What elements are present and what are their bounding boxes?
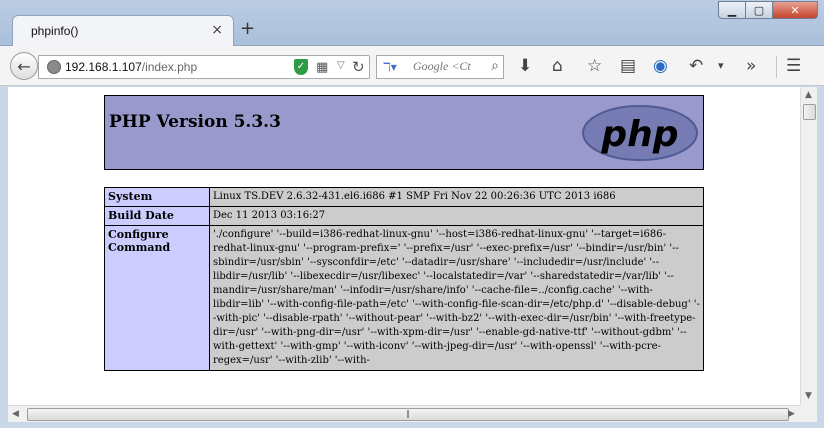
reading-list-icon[interactable]: ▤	[620, 56, 636, 76]
page-title: PHP Version 5.3.3	[109, 112, 281, 132]
url-bar[interactable]: 192.168.1.107/index.php ✓ ▦ ▽ ↻	[38, 55, 370, 79]
new-tab-button[interactable]: +	[240, 20, 255, 38]
home-icon[interactable]: ⌂	[552, 56, 563, 76]
info-table: System Linux TS.DEV 2.6.32-431.el6.i686 …	[104, 187, 704, 371]
scroll-down-icon[interactable]: ▼	[805, 391, 812, 401]
scroll-up-icon[interactable]: ▲	[805, 90, 812, 100]
qr-code-icon[interactable]: ▦	[316, 60, 328, 75]
maximize-button[interactable]: ▢	[745, 1, 773, 19]
table-row: Build Date Dec 11 2013 03:16:27	[104, 206, 704, 226]
window-frame-right	[817, 87, 824, 422]
search-icon[interactable]: ⌕	[491, 58, 499, 74]
media-play-icon[interactable]: ◉	[653, 56, 668, 76]
minimize-button[interactable]: ▁	[718, 1, 746, 19]
horizontal-scroll-thumb[interactable]: ‖	[27, 408, 789, 421]
download-icon[interactable]: ⬇	[518, 56, 532, 76]
tab-title: phpinfo()	[31, 24, 79, 38]
php-logo-text: php	[600, 114, 678, 155]
undo-icon[interactable]: ↶	[689, 56, 703, 76]
url-dropdown-icon[interactable]: ▽	[337, 60, 345, 71]
toolbar-separator	[776, 56, 777, 78]
window-frame-bottom	[0, 422, 824, 428]
title-bar: phpinfo() × + ▁ ▢ ✕	[0, 0, 824, 47]
navigation-toolbar: ← 192.168.1.107/index.php ✓ ▦ ▽ ↻ ℸ▾ ⌕ ⬇…	[0, 46, 824, 86]
horizontal-scrollbar[interactable]: ◀ ‖ ▶	[8, 405, 800, 422]
shield-check-icon[interactable]: ✓	[294, 59, 308, 75]
reload-icon[interactable]: ↻	[352, 58, 365, 76]
vertical-scrollbar[interactable]: ▲ ▼	[800, 87, 817, 405]
overflow-chevron-icon[interactable]: »	[746, 56, 756, 76]
scroll-right-icon[interactable]: ▶	[788, 409, 795, 419]
php-header: PHP Version 5.3.3 php	[104, 95, 704, 170]
row-value: Linux TS.DEV 2.6.32-431.el6.i686 #1 SMP …	[209, 187, 704, 207]
back-arrow-icon: ←	[17, 56, 31, 76]
globe-icon	[47, 60, 61, 74]
vertical-scroll-thumb[interactable]	[803, 104, 816, 120]
tab-phpinfo[interactable]: phpinfo() ×	[12, 15, 234, 47]
row-key: Configure Command	[104, 225, 210, 371]
window-controls: ▁ ▢ ✕	[718, 1, 818, 19]
menu-hamburger-icon[interactable]: ☰	[786, 56, 801, 76]
tab-close-icon[interactable]: ×	[211, 22, 223, 38]
url-text[interactable]: 192.168.1.107/index.php	[65, 60, 197, 74]
back-button[interactable]: ←	[10, 52, 38, 80]
scroll-corner	[800, 405, 817, 422]
undo-dropdown-icon[interactable]: ▾	[718, 56, 724, 76]
row-value: Dec 11 2013 03:16:27	[209, 206, 704, 226]
bookmark-star-icon[interactable]: ☆	[587, 56, 602, 76]
row-key: Build Date	[104, 206, 210, 226]
page-viewport: PHP Version 5.3.3 php System Linux TS.DE…	[8, 87, 800, 405]
search-bar[interactable]: ℸ▾ ⌕	[376, 55, 504, 79]
row-key: System	[104, 187, 210, 207]
close-window-button[interactable]: ✕	[772, 1, 818, 19]
php-logo: php	[582, 105, 698, 161]
window-frame-left	[0, 87, 8, 422]
row-value: './configure' '--build=i386-redhat-linux…	[209, 225, 704, 371]
table-row: System Linux TS.DEV 2.6.32-431.el6.i686 …	[104, 187, 704, 207]
google-engine-icon[interactable]: ℸ▾	[383, 60, 397, 74]
url-host: 192.168.1.107	[65, 60, 142, 74]
url-path: /index.php	[141, 60, 198, 74]
scroll-left-icon[interactable]: ◀	[12, 409, 19, 419]
table-row: Configure Command './configure' '--build…	[104, 225, 704, 371]
search-input[interactable]	[413, 59, 481, 74]
